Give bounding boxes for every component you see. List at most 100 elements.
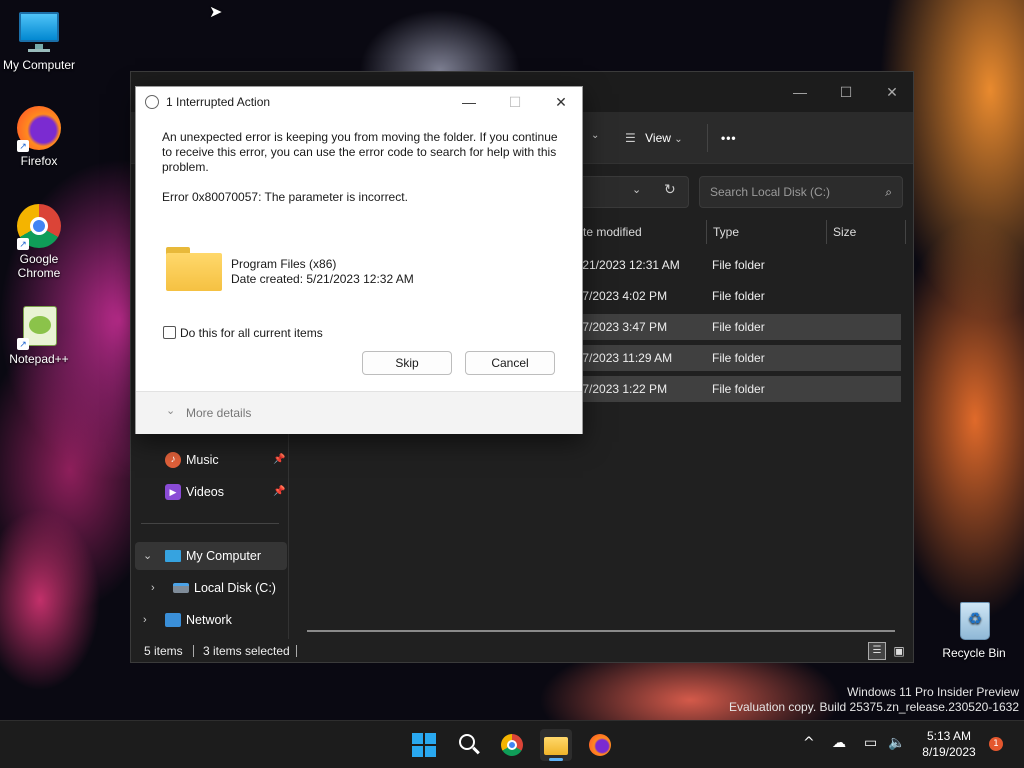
- dialog-footer: ⌄ More details: [136, 391, 582, 434]
- item-date: Date created: 5/21/2023 12:32 AM: [231, 272, 414, 286]
- desktop-icon-label: Notepad++: [9, 352, 69, 366]
- dialog-maximize-button: ☐: [508, 94, 522, 110]
- column-separator[interactable]: [706, 220, 707, 244]
- details-view-icon[interactable]: ☰: [868, 642, 886, 660]
- desktop-icon-my-computer[interactable]: My Computer: [1, 10, 77, 72]
- toolbar-separator: [707, 124, 708, 152]
- more-options-button[interactable]: •••: [721, 126, 737, 150]
- horizontal-scrollbar[interactable]: [307, 630, 895, 632]
- view-button[interactable]: ☰ View ⌄: [625, 126, 683, 150]
- nav-item-music[interactable]: ♪ Music 📌: [135, 446, 285, 474]
- firefox-icon: [589, 734, 611, 756]
- row-date: /7/2023 11:29 AM: [579, 351, 673, 365]
- shortcut-arrow-icon: ↗: [17, 140, 29, 152]
- music-icon: ♪: [165, 452, 181, 468]
- sort-dropdown-chevron-icon[interactable]: ⌄: [591, 130, 599, 141]
- dialog-title: 1 Interrupted Action: [166, 95, 271, 109]
- chevron-down-icon[interactable]: ⌄: [143, 542, 152, 570]
- table-row[interactable]: /7/2023 1:22 PM File folder: [579, 376, 901, 402]
- close-button[interactable]: ✕: [869, 78, 915, 106]
- watermark-line2: Evaluation copy. Build 25375.zn_release.…: [729, 700, 1019, 714]
- speaker-icon[interactable]: 🔈: [888, 735, 905, 751]
- row-type: File folder: [712, 320, 765, 334]
- monitor-icon: [165, 550, 181, 562]
- watermark: Windows 11 Pro Insider Preview Evaluatio…: [729, 685, 1019, 715]
- desktop-icon-firefox[interactable]: ↗ Firefox: [1, 106, 77, 168]
- table-row[interactable]: /21/2023 12:31 AM File folder: [579, 252, 901, 278]
- column-separator[interactable]: [905, 220, 906, 244]
- desktop-icon-recycle-bin[interactable]: ♻ Recycle Bin: [936, 598, 1012, 660]
- chevron-down-icon[interactable]: ⌄: [166, 404, 175, 417]
- watermark-line1: Windows 11 Pro Insider Preview: [847, 685, 1019, 699]
- dialog-minimize-button[interactable]: —: [446, 87, 492, 117]
- row-type: File folder: [712, 382, 765, 396]
- clock-date: 8/19/2023: [922, 745, 976, 759]
- onedrive-offline-icon[interactable]: ☁: [832, 735, 846, 751]
- row-date: /7/2023 4:02 PM: [579, 289, 668, 303]
- search-box[interactable]: Search Local Disk (C:) ⌕: [699, 176, 903, 208]
- firefox-icon: ↗: [17, 106, 61, 152]
- clock-icon: [145, 95, 159, 109]
- taskbar: ^ ☁ ▭ 🔈 5:13 AM 8/19/2023 1: [0, 720, 1024, 768]
- file-explorer-taskbar-button[interactable]: [540, 729, 572, 761]
- more-details-toggle[interactable]: More details: [186, 406, 251, 420]
- desktop-icon-label: Google Chrome: [17, 252, 61, 280]
- address-bar[interactable]: ⌄ ↻: [579, 176, 689, 208]
- dialog-error-code: Error 0x80070057: The parameter is incor…: [162, 190, 408, 204]
- column-separator[interactable]: [826, 220, 827, 244]
- nav-item-videos[interactable]: ▶ Videos 📌: [135, 478, 285, 506]
- video-icon: ▶: [165, 484, 181, 500]
- dialog-close-button[interactable]: ✕: [538, 87, 584, 117]
- column-header-date-modified[interactable]: te modified: [583, 218, 642, 246]
- monitor-icon: [17, 10, 61, 54]
- pin-icon[interactable]: 📌: [273, 478, 285, 506]
- maximize-button[interactable]: ☐: [823, 78, 869, 106]
- notification-badge[interactable]: 1: [989, 737, 1003, 751]
- show-hidden-icons-chevron-icon[interactable]: ^: [803, 735, 815, 751]
- firefox-taskbar-button[interactable]: [584, 729, 616, 761]
- status-bar: 5 items 3 items selected ☰ ▣: [131, 638, 913, 664]
- item-count: 5 items: [144, 644, 183, 658]
- search-button[interactable]: [452, 729, 484, 761]
- shortcut-arrow-icon: ↗: [17, 338, 29, 350]
- address-history-chevron-icon[interactable]: ⌄: [632, 183, 641, 196]
- start-button[interactable]: [408, 729, 440, 761]
- list-lines-icon: ☰: [625, 131, 636, 145]
- row-date: /7/2023 1:22 PM: [579, 382, 668, 396]
- clock[interactable]: 5:13 AM 8/19/2023: [912, 728, 986, 760]
- windows-logo-icon: [412, 733, 436, 757]
- nav-label: Network: [186, 613, 232, 627]
- pin-icon[interactable]: 📌: [273, 446, 285, 474]
- cancel-button[interactable]: Cancel: [465, 351, 555, 375]
- row-date: /7/2023 3:47 PM: [579, 320, 668, 334]
- folder-icon: [166, 247, 222, 291]
- desktop-icon-notepadpp[interactable]: ↗ Notepad++: [1, 304, 77, 366]
- network-icon: [165, 613, 181, 627]
- search-placeholder: Search Local Disk (C:): [710, 185, 831, 199]
- folder-icon: [544, 737, 568, 755]
- row-type: File folder: [712, 258, 765, 272]
- chevron-right-icon[interactable]: ›: [143, 606, 147, 634]
- interrupted-action-dialog: 1 Interrupted Action — ☐ ✕ An unexpected…: [135, 86, 583, 434]
- chevron-right-icon[interactable]: ›: [151, 574, 155, 602]
- minimize-button[interactable]: —: [777, 78, 823, 106]
- tiles-view-icon[interactable]: ▣: [890, 642, 908, 660]
- table-row[interactable]: /7/2023 3:47 PM File folder: [579, 314, 901, 340]
- table-row[interactable]: /7/2023 4:02 PM File folder: [579, 283, 901, 309]
- apply-all-checkbox[interactable]: [163, 326, 176, 339]
- apply-all-checkbox-label[interactable]: Do this for all current items: [180, 326, 323, 340]
- network-display-icon[interactable]: ▭: [864, 735, 877, 751]
- nav-item-network[interactable]: › Network: [135, 606, 285, 634]
- refresh-icon[interactable]: ↻: [664, 181, 676, 198]
- nav-item-my-computer[interactable]: ⌄ My Computer: [135, 542, 287, 570]
- column-header-size[interactable]: Size: [833, 218, 856, 246]
- table-row[interactable]: /7/2023 11:29 AM File folder: [579, 345, 901, 371]
- chrome-taskbar-button[interactable]: [496, 729, 528, 761]
- nav-label: My Computer: [186, 549, 262, 563]
- column-header-type[interactable]: Type: [713, 218, 739, 246]
- skip-button[interactable]: Skip: [362, 351, 452, 375]
- desktop-icon-chrome[interactable]: ↗ Google Chrome: [1, 204, 77, 280]
- nav-item-local-disk[interactable]: › Local Disk (C:): [135, 574, 285, 602]
- status-separator: [296, 645, 297, 657]
- nav-label: Music: [186, 453, 219, 467]
